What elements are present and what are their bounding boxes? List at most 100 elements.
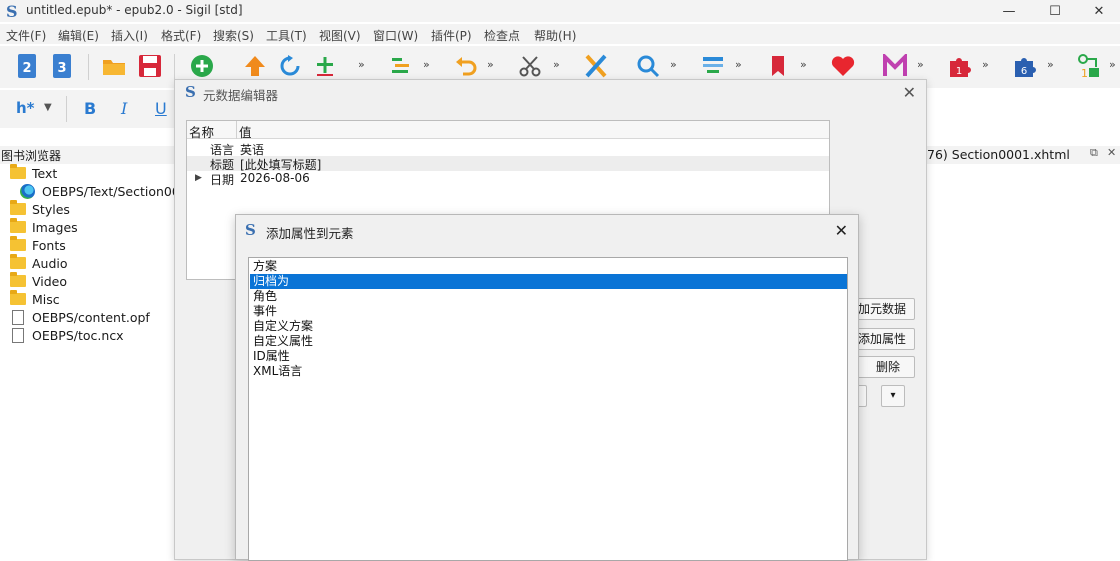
menu-window[interactable]: 窗口(W) xyxy=(373,27,418,44)
list-item[interactable]: XML语言 xyxy=(250,364,847,379)
tree-file-toc-ncx[interactable]: OEBPS/toc.ncx xyxy=(12,326,124,344)
tree-folder-text[interactable]: Text xyxy=(10,164,57,182)
search-icon[interactable] xyxy=(635,52,661,80)
list-item[interactable]: 事件 xyxy=(250,304,847,319)
expand-arrow-icon[interactable]: ▶ xyxy=(195,173,202,183)
save-icon[interactable] xyxy=(137,52,163,80)
close-icon[interactable]: ✕ xyxy=(903,83,916,102)
xhtml-icon[interactable] xyxy=(583,52,609,80)
move-up-icon[interactable] xyxy=(242,52,268,80)
bookmark-icon[interactable] xyxy=(765,52,791,80)
tree-folder-images[interactable]: Images xyxy=(10,218,78,236)
minimize-button[interactable]: — xyxy=(986,0,1032,22)
toolbar-overflow-icon[interactable]: » xyxy=(423,58,430,71)
float-panel-icon[interactable]: ⧉ xyxy=(1090,146,1098,160)
list-item[interactable]: 自定义方案 xyxy=(250,319,847,334)
toolbar-overflow-icon[interactable]: » xyxy=(487,58,494,71)
menu-checkpoints[interactable]: 检查点 xyxy=(484,27,520,44)
editor-tab[interactable]: 76) Section0001.xhtml ⧉ ✕ xyxy=(925,146,1120,164)
attribute-list[interactable]: 方案 归档为 角色 事件 自定义方案 自定义属性 ID属性 XML语言 xyxy=(248,257,848,561)
list-item[interactable]: 自定义属性 xyxy=(250,334,847,349)
editor-pane[interactable] xyxy=(925,164,1120,560)
toolbar-overflow-icon[interactable]: » xyxy=(982,58,989,71)
tree-item-label: Video xyxy=(32,273,68,289)
split-icon[interactable] xyxy=(388,52,414,80)
toc-icon[interactable] xyxy=(700,52,726,80)
column-header-value[interactable]: 值 xyxy=(239,122,252,141)
close-button[interactable]: ✕ xyxy=(1076,0,1120,22)
toolbar-overflow-icon[interactable]: » xyxy=(1109,58,1116,71)
heading-chevron-down-icon[interactable]: ▼ xyxy=(44,102,52,113)
dropdown-button[interactable]: ▾ xyxy=(881,385,905,407)
book-browser: Text OEBPS/Text/Section000 Styles Images… xyxy=(0,164,188,560)
tree-folder-fonts[interactable]: Fonts xyxy=(10,236,66,254)
svg-text:2: 2 xyxy=(22,61,31,76)
menu-view[interactable]: 视图(V) xyxy=(319,27,361,44)
folder-icon xyxy=(10,272,26,287)
tree-file-content-opf[interactable]: OEBPS/content.opf xyxy=(12,308,150,326)
cut-icon[interactable] xyxy=(517,52,543,80)
svg-text:3: 3 xyxy=(57,61,66,76)
plugin-badge-1: 1 xyxy=(956,66,962,77)
folder-icon xyxy=(10,200,26,215)
tree-folder-video[interactable]: Video xyxy=(10,272,67,290)
list-item[interactable]: ID属性 xyxy=(250,349,847,364)
folder-icon xyxy=(10,218,26,233)
plugin-badge-6: 6 xyxy=(1021,66,1027,77)
tree-item-label: Text xyxy=(32,165,58,181)
toolbar-overflow-icon[interactable]: » xyxy=(917,58,924,71)
italic-button[interactable]: I xyxy=(121,99,127,118)
list-item[interactable]: 角色 xyxy=(250,289,847,304)
tree-folder-audio[interactable]: Audio xyxy=(10,254,68,272)
format-toolbar: h* ▼ B I U xyxy=(0,90,180,128)
menu-edit[interactable]: 编辑(E) xyxy=(58,27,99,44)
toolbar-overflow-icon[interactable]: » xyxy=(553,58,560,71)
close-panel-icon[interactable]: ✕ xyxy=(1107,146,1116,159)
menu-insert[interactable]: 插入(I) xyxy=(111,27,148,44)
refresh-icon[interactable] xyxy=(277,52,303,80)
list-item[interactable]: 方案 xyxy=(250,259,847,274)
tree-item-label: Styles xyxy=(32,201,70,217)
table-header: 名称 值 xyxy=(187,121,829,141)
table-row[interactable]: 标题 [此处填写标题] xyxy=(187,156,829,172)
column-header-name[interactable]: 名称 xyxy=(189,122,214,141)
table-row[interactable]: ▶ 日期 2026-08-06 xyxy=(187,171,829,187)
sigil-logo-icon: S xyxy=(245,221,256,239)
underline-button[interactable]: U xyxy=(155,99,167,118)
toolbar-overflow-icon[interactable]: » xyxy=(358,58,365,71)
toolbar-overflow-icon[interactable]: » xyxy=(735,58,742,71)
epub2-icon[interactable]: 2 xyxy=(14,52,40,80)
metadata-m-icon[interactable] xyxy=(882,52,908,80)
tree-folder-styles[interactable]: Styles xyxy=(10,200,70,218)
toolbar-overflow-icon[interactable]: » xyxy=(670,58,677,71)
undo-icon[interactable] xyxy=(453,52,479,80)
bold-button[interactable]: B xyxy=(84,99,96,118)
toolbar-overflow-icon[interactable]: » xyxy=(1047,58,1054,71)
validate-icon[interactable]: 1 xyxy=(1076,52,1102,80)
epub3-icon[interactable]: 3 xyxy=(49,52,75,80)
toolbar-separator xyxy=(174,54,175,80)
toolbar-separator xyxy=(66,96,67,122)
menu-file[interactable]: 文件(F) xyxy=(6,27,46,44)
insert-plus-icon[interactable] xyxy=(313,52,339,80)
toolbar-overflow-icon[interactable]: » xyxy=(800,58,807,71)
plugin-red-icon[interactable]: 1 xyxy=(947,52,973,80)
list-item-selected[interactable]: 归档为 xyxy=(250,274,847,289)
plugin-blue-icon[interactable]: 6 xyxy=(1012,52,1038,80)
tree-file-section[interactable]: OEBPS/Text/Section000 xyxy=(20,182,188,200)
menu-help[interactable]: 帮助(H) xyxy=(534,27,576,44)
add-icon[interactable] xyxy=(189,52,215,80)
table-row[interactable]: 语言 英语 xyxy=(187,141,829,157)
menu-plugins[interactable]: 插件(P) xyxy=(431,27,472,44)
menu-format[interactable]: 格式(F) xyxy=(161,27,201,44)
close-icon[interactable]: ✕ xyxy=(835,221,848,240)
tree-item-label: OEBPS/content.opf xyxy=(32,309,150,325)
maximize-button[interactable]: ☐ xyxy=(1032,0,1078,22)
heading-dropdown[interactable]: h* xyxy=(16,99,35,117)
open-folder-icon[interactable] xyxy=(101,52,127,80)
menu-search[interactable]: 搜索(S) xyxy=(213,27,254,44)
tree-folder-misc[interactable]: Misc xyxy=(10,290,60,308)
window-title: untitled.epub* - epub2.0 - Sigil [std] xyxy=(26,3,243,17)
heart-icon[interactable] xyxy=(830,52,856,80)
menu-tools[interactable]: 工具(T) xyxy=(266,27,307,44)
